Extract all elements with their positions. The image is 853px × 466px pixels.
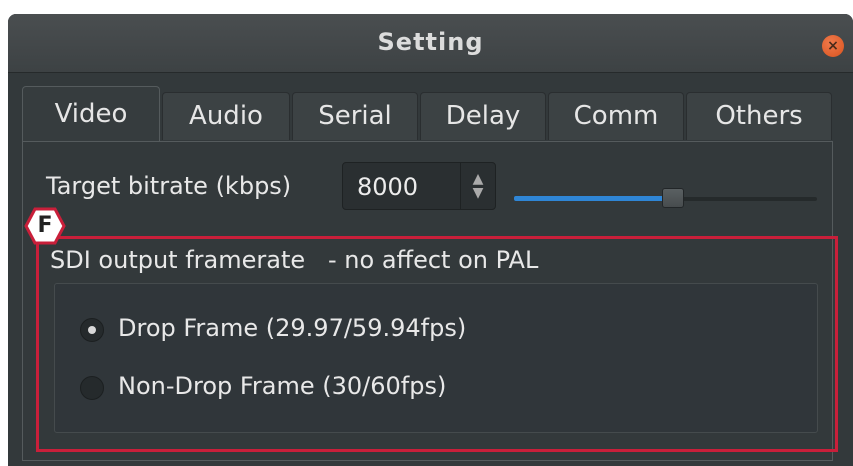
tab-comm[interactable]: Comm [548, 92, 684, 140]
tab-others[interactable]: Others [686, 92, 832, 140]
tab-delay[interactable]: Delay [420, 92, 546, 140]
bitrate-spinbox[interactable]: 8000 ▲ ▼ [342, 162, 496, 210]
chevron-up-icon[interactable]: ▲ [473, 172, 484, 186]
chevron-down-icon[interactable]: ▼ [473, 186, 484, 200]
tab-bar: Video Audio Serial Delay Comm Others [22, 86, 845, 142]
bitrate-slider-handle[interactable] [662, 188, 684, 208]
tab-audio[interactable]: Audio [162, 92, 290, 140]
window-title: Setting [377, 28, 484, 56]
target-bitrate-label: Target bitrate (kbps) [46, 172, 292, 200]
bitrate-slider-fill [514, 196, 664, 201]
tab-video[interactable]: Video [22, 86, 160, 142]
close-glyph: × [827, 38, 839, 54]
tab-serial[interactable]: Serial [292, 92, 418, 140]
annotation-marker-letter: F [37, 213, 53, 238]
annotation-highlight-box [36, 236, 838, 452]
title-bar[interactable]: Setting × [8, 14, 853, 73]
bitrate-value[interactable]: 8000 [357, 173, 418, 201]
spin-arrows[interactable]: ▲ ▼ [460, 163, 495, 209]
close-icon[interactable]: × [822, 35, 844, 57]
